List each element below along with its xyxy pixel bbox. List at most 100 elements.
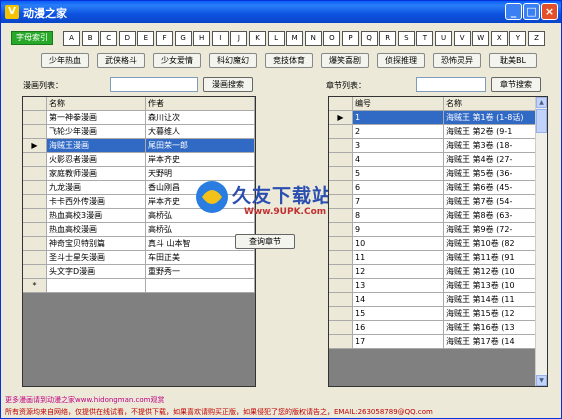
table-row[interactable]: 16 海贼王 第16卷 (13 bbox=[329, 321, 547, 335]
row-header[interactable] bbox=[329, 293, 353, 307]
row-header[interactable] bbox=[23, 223, 47, 237]
row-header[interactable]: ▶ bbox=[329, 111, 353, 125]
comic-search-button[interactable]: 漫画搜索 bbox=[203, 77, 253, 92]
row-header[interactable] bbox=[329, 223, 353, 237]
row-header[interactable] bbox=[23, 251, 47, 265]
category-button[interactable]: 竞技体育 bbox=[265, 53, 313, 68]
scroll-down-icon[interactable]: ▼ bbox=[536, 375, 547, 386]
column-header[interactable]: 编号 bbox=[353, 97, 444, 111]
scroll-up-icon[interactable]: ▲ bbox=[536, 97, 547, 108]
table-row[interactable]: ▶ 海贼王漫画 尾田荣一郎 bbox=[23, 139, 255, 153]
letter-button-m[interactable]: M bbox=[286, 31, 304, 46]
table-row[interactable]: 8 海贼王 第8卷 (63- bbox=[329, 209, 547, 223]
table-row[interactable]: 3 海贼王 第3卷 (18- bbox=[329, 139, 547, 153]
row-header[interactable] bbox=[329, 321, 353, 335]
letter-button-z[interactable]: Z bbox=[528, 31, 545, 46]
category-button[interactable]: 少女爱情 bbox=[153, 53, 201, 68]
category-button[interactable]: 侦探推理 bbox=[377, 53, 425, 68]
letter-button-q[interactable]: Q bbox=[360, 31, 378, 46]
chapter-search-button[interactable]: 章节搜索 bbox=[491, 77, 541, 92]
row-header[interactable] bbox=[329, 125, 353, 139]
row-header[interactable] bbox=[329, 139, 353, 153]
table-row[interactable]: 6 海贼王 第6卷 (45- bbox=[329, 181, 547, 195]
column-header[interactable]: 作者 bbox=[146, 97, 255, 111]
letter-button-x[interactable]: X bbox=[490, 31, 508, 46]
letter-button-c[interactable]: C bbox=[100, 31, 118, 46]
table-row[interactable]: 圣斗士星矢漫画 车田正美 bbox=[23, 251, 255, 265]
letter-button-e[interactable]: E bbox=[137, 31, 155, 46]
minimize-button[interactable]: _ bbox=[505, 3, 522, 20]
letter-button-w[interactable]: W bbox=[472, 31, 490, 46]
letter-button-s[interactable]: S bbox=[397, 31, 415, 46]
maximize-button[interactable]: □ bbox=[523, 3, 540, 20]
letter-button-i[interactable]: I bbox=[211, 31, 229, 46]
letter-button-t[interactable]: T bbox=[416, 31, 434, 46]
table-row[interactable]: 4 海贼王 第4卷 (27- bbox=[329, 153, 547, 167]
letter-button-o[interactable]: O bbox=[323, 31, 341, 46]
row-header[interactable] bbox=[329, 167, 353, 181]
comic-search-input[interactable] bbox=[110, 77, 198, 92]
letter-button-v[interactable]: V bbox=[453, 31, 471, 46]
title-bar[interactable]: V 动漫之家 _ □ × bbox=[1, 1, 561, 23]
letter-button-y[interactable]: Y bbox=[509, 31, 527, 46]
empty-cell[interactable] bbox=[47, 279, 146, 293]
new-row[interactable]: * bbox=[23, 279, 255, 293]
row-header[interactable] bbox=[329, 335, 353, 349]
row-header[interactable] bbox=[329, 279, 353, 293]
table-row[interactable]: 2 海贼王 第2卷 (9-1 bbox=[329, 125, 547, 139]
row-header[interactable] bbox=[23, 209, 47, 223]
table-row[interactable]: 神奇宝贝特别篇 真斗 山本智 bbox=[23, 237, 255, 251]
table-row[interactable]: 5 海贼王 第5卷 (36- bbox=[329, 167, 547, 181]
table-row[interactable]: 12 海贼王 第12卷 (10 bbox=[329, 265, 547, 279]
chapter-search-input[interactable] bbox=[416, 77, 486, 92]
category-button[interactable]: 武侠格斗 bbox=[97, 53, 145, 68]
row-header[interactable] bbox=[329, 209, 353, 223]
letter-button-d[interactable]: D bbox=[118, 31, 136, 46]
letter-button-f[interactable]: F bbox=[156, 31, 173, 46]
table-row[interactable]: 17 海贼王 第17卷 (14 bbox=[329, 335, 547, 349]
row-header[interactable] bbox=[23, 111, 47, 125]
letter-button-p[interactable]: P bbox=[342, 31, 359, 46]
table-row[interactable]: 7 海贼王 第7卷 (54- bbox=[329, 195, 547, 209]
row-header[interactable] bbox=[329, 307, 353, 321]
category-button[interactable]: 爆笑喜剧 bbox=[321, 53, 369, 68]
letter-button-l[interactable]: L bbox=[267, 31, 285, 46]
row-header[interactable] bbox=[23, 237, 47, 251]
category-button[interactable]: 科幻魔幻 bbox=[209, 53, 257, 68]
row-header[interactable] bbox=[23, 167, 47, 181]
row-header[interactable] bbox=[329, 265, 353, 279]
row-header[interactable] bbox=[329, 181, 353, 195]
letter-button-j[interactable]: J bbox=[230, 31, 248, 46]
letter-button-r[interactable]: R bbox=[379, 31, 397, 46]
close-button[interactable]: × bbox=[541, 3, 558, 20]
letter-button-b[interactable]: B bbox=[81, 31, 99, 46]
row-header[interactable] bbox=[329, 153, 353, 167]
comic-grid[interactable]: 名称 作者 第一神拳漫画 森川让次 飞轮少年漫画 大暮维人 ▶ 海贼王漫画 尾田荣一郎 火影忍者漫… bbox=[22, 96, 256, 387]
row-header[interactable] bbox=[23, 153, 47, 167]
chapter-grid[interactable]: 编号 名称 ▶ 1 海贼王 第1卷 (1-8话) 2 海贼王 第2卷 (9-1 3 海贼王 第3… bbox=[328, 96, 548, 387]
table-row[interactable]: 热血高校漫画 高桥弘 bbox=[23, 223, 255, 237]
row-header[interactable] bbox=[23, 181, 47, 195]
letter-index-button[interactable]: 字母索引 bbox=[11, 31, 53, 45]
letter-button-a[interactable]: A bbox=[63, 31, 80, 46]
category-button[interactable]: 恐怖灵异 bbox=[433, 53, 481, 68]
table-row[interactable]: 14 海贼王 第14卷 (11 bbox=[329, 293, 547, 307]
column-header[interactable]: 名称 bbox=[444, 97, 536, 111]
row-header[interactable] bbox=[329, 237, 353, 251]
letter-button-n[interactable]: N bbox=[304, 31, 322, 46]
chapter-scrollbar[interactable]: ▲ ▼ bbox=[535, 97, 547, 386]
row-header[interactable] bbox=[329, 251, 353, 265]
letter-button-h[interactable]: H bbox=[193, 31, 211, 46]
table-row[interactable]: ▶ 1 海贼王 第1卷 (1-8话) bbox=[329, 111, 547, 125]
footer-link[interactable]: 更多漫画请到动漫之家www.hidongman.com观赏 bbox=[5, 395, 164, 405]
table-row[interactable]: 10 海贼王 第10卷 (82 bbox=[329, 237, 547, 251]
table-row[interactable]: 头文字D漫画 重野秀一 bbox=[23, 265, 255, 279]
letter-button-k[interactable]: K bbox=[249, 31, 266, 46]
scroll-thumb[interactable] bbox=[536, 109, 547, 133]
table-row[interactable]: 11 海贼王 第11卷 (91 bbox=[329, 251, 547, 265]
row-header[interactable] bbox=[23, 195, 47, 209]
table-row[interactable]: 13 海贼王 第13卷 (10 bbox=[329, 279, 547, 293]
query-chapters-button[interactable]: 查询章节 bbox=[235, 234, 295, 249]
letter-button-u[interactable]: U bbox=[435, 31, 452, 46]
table-row[interactable]: 火影忍者漫画 岸本齐史 bbox=[23, 153, 255, 167]
